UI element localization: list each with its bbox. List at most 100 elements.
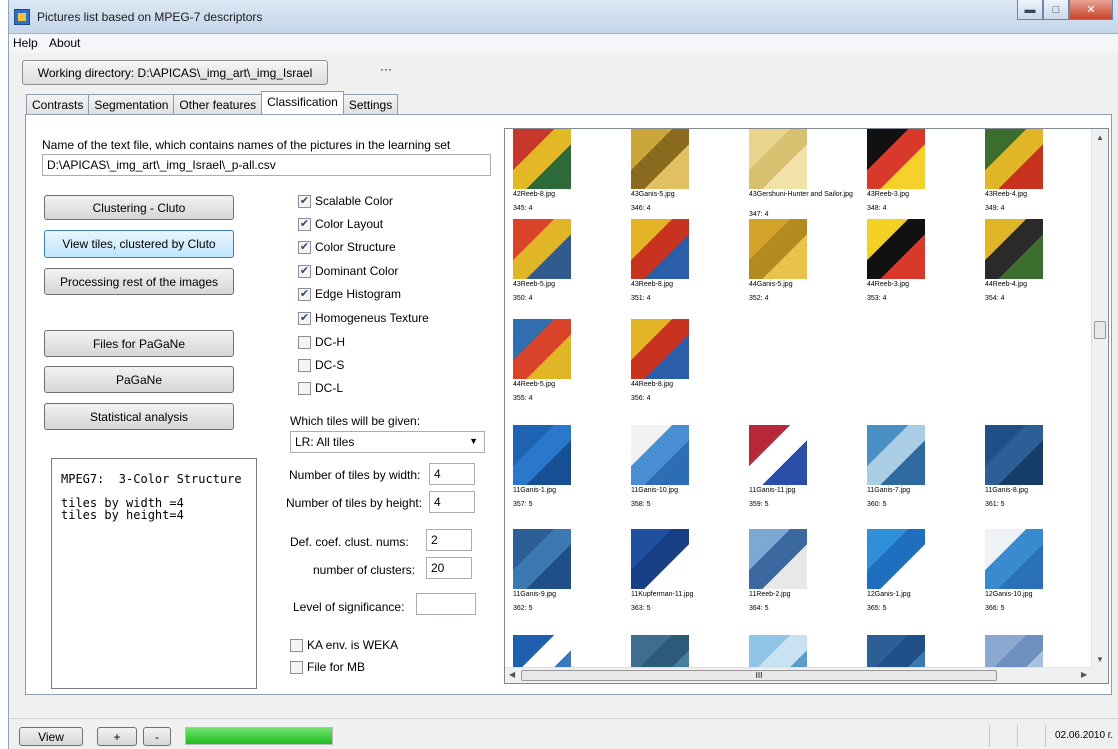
title-bar[interactable]: Pictures list based on MPEG-7 descriptor… <box>9 0 1118 34</box>
tile-thumbnail[interactable]: 11Ganis-7.jpg 360: 5 <box>859 425 977 529</box>
minimize-icon[interactable]: ▬ <box>1017 0 1043 20</box>
tiles-width-input[interactable]: 4 <box>429 463 475 485</box>
tile-thumbnail[interactable] <box>741 635 859 669</box>
textfile-path-input[interactable]: D:\APICAS\_img_art\_img_Israel\_p-all.cs… <box>42 154 491 176</box>
ka-weka-checkbox[interactable]: KA env. is WEKA <box>290 636 398 654</box>
tile-image[interactable] <box>985 129 1043 189</box>
tile-image[interactable] <box>513 425 571 485</box>
tile-image[interactable] <box>631 129 689 189</box>
browse-dots-button[interactable]: ··· <box>380 62 392 76</box>
tile-image[interactable] <box>513 529 571 589</box>
tile-thumbnail[interactable]: 11Kupferman-11.jpg 363: 5 <box>623 529 741 633</box>
close-icon[interactable]: ✕ <box>1069 0 1113 20</box>
working-directory-button[interactable]: Working directory: D:\APICAS\_img_art\_i… <box>22 60 328 85</box>
tile-image[interactable] <box>985 219 1043 279</box>
def-coef-input[interactable]: 2 <box>426 529 472 551</box>
tile-image[interactable] <box>985 425 1043 485</box>
tile-image[interactable] <box>513 635 571 669</box>
tile-image[interactable] <box>749 635 807 669</box>
tile-image[interactable] <box>631 635 689 669</box>
tile-thumbnail[interactable]: 43Ganis-5.jpg 346: 4 <box>623 129 741 233</box>
checkmark-icon[interactable]: ✔ <box>298 240 311 254</box>
tile-image[interactable] <box>867 219 925 279</box>
tile-thumbnail[interactable]: 43Reeb-4.jpg 349: 4 <box>977 129 1093 233</box>
tile-image[interactable] <box>513 319 571 379</box>
tiles-gallery[interactable]: 42Reeb-8.jpg 345: 4 43Ganis-5.jpg 346: 4 43G… <box>504 128 1109 684</box>
descriptor-checkbox-homogeneus-texture[interactable]: ✔ Homogeneus Texture <box>298 309 429 327</box>
tab-contrasts[interactable]: Contrasts <box>26 94 90 114</box>
descriptor-checkbox-dc-l[interactable]: DC-L <box>298 379 343 397</box>
tile-thumbnail[interactable] <box>623 635 741 669</box>
tile-thumbnail[interactable]: 11Ganis-11.jpg 359: 5 <box>741 425 859 529</box>
menu-help[interactable]: Help <box>9 34 42 52</box>
tile-image[interactable] <box>513 219 571 279</box>
tile-thumbnail[interactable]: 11Reeb-2.jpg 364: 5 <box>741 529 859 633</box>
tile-image[interactable] <box>631 425 689 485</box>
tab-classification[interactable]: Classification <box>261 91 344 114</box>
tab-settings[interactable]: Settings <box>342 94 399 114</box>
tile-image[interactable] <box>867 529 925 589</box>
checkmark-icon[interactable]: ✔ <box>298 264 311 278</box>
view-button[interactable]: View <box>19 727 83 746</box>
tile-thumbnail[interactable]: 44Reeb-8.jpg 356: 4 <box>623 319 741 423</box>
tile-thumbnail[interactable] <box>505 635 623 669</box>
checkbox-box[interactable] <box>298 358 311 372</box>
descriptor-checkbox-color-layout[interactable]: ✔ Color Layout <box>298 215 383 233</box>
scroll-down-icon[interactable]: ▼ <box>1096 655 1104 664</box>
minus-button[interactable]: - <box>143 727 171 746</box>
processing-rest-button[interactable]: Processing rest of the images <box>44 268 234 295</box>
chevron-down-icon[interactable]: ▼ <box>469 436 478 446</box>
tile-thumbnail[interactable]: 44Reeb-4.jpg 354: 4 <box>977 219 1093 323</box>
descriptor-checkbox-dominant-color[interactable]: ✔ Dominant Color <box>298 262 398 280</box>
tiles-select[interactable]: LR: All tiles ▼ <box>290 431 485 453</box>
tile-thumbnail[interactable]: 43Gershuni-Hunter and Sailor.jpg 347: 4 <box>741 129 859 233</box>
tile-thumbnail[interactable]: 11Ganis-8.jpg 361: 5 <box>977 425 1093 529</box>
tile-image[interactable] <box>749 129 807 189</box>
tile-thumbnail[interactable]: 12Ganis-1.jpg 365: 5 <box>859 529 977 633</box>
tile-thumbnail[interactable]: 11Ganis-9.jpg 362: 5 <box>505 529 623 633</box>
descriptor-checkbox-edge-histogram[interactable]: ✔ Edge Histogram <box>298 285 401 303</box>
tile-thumbnail[interactable]: 44Ganis-5.jpg 352: 4 <box>741 219 859 323</box>
horizontal-scrollbar[interactable]: ◀ III ▶ <box>505 667 1093 683</box>
checkmark-icon[interactable]: ✔ <box>298 217 311 231</box>
plus-button[interactable]: + <box>97 727 137 746</box>
scroll-thumb[interactable] <box>1094 321 1106 339</box>
descriptor-checkbox-scalable-color[interactable]: ✔ Scalable Color <box>298 192 393 210</box>
tile-image[interactable] <box>867 129 925 189</box>
tile-image[interactable] <box>985 529 1043 589</box>
tile-thumbnail[interactable]: 43Reeb-3.jpg 348: 4 <box>859 129 977 233</box>
checkbox-box[interactable] <box>298 335 311 349</box>
tile-image[interactable] <box>749 219 807 279</box>
pagane-button[interactable]: PaGaNe <box>44 366 234 393</box>
view-tiles-button[interactable]: View tiles, clustered by Cluto <box>44 230 234 258</box>
tiles-height-input[interactable]: 4 <box>429 491 475 513</box>
info-textbox[interactable]: MPEG7: 3-Color Structure tiles by width … <box>51 458 257 689</box>
tile-thumbnail[interactable] <box>977 635 1093 669</box>
checkmark-icon[interactable]: ✔ <box>298 194 311 208</box>
checkmark-icon[interactable]: ✔ <box>298 287 311 301</box>
menu-about[interactable]: About <box>45 34 84 52</box>
files-for-pagane-button[interactable]: Files for PaGaNe <box>44 330 234 357</box>
descriptor-checkbox-color-structure[interactable]: ✔ Color Structure <box>298 238 396 256</box>
tile-thumbnail[interactable]: 42Reeb-8.jpg 345: 4 <box>505 129 623 233</box>
tab-segmentation[interactable]: Segmentation <box>88 94 175 114</box>
maximize-icon[interactable]: □ <box>1043 0 1069 20</box>
significance-input[interactable] <box>416 593 476 615</box>
tile-thumbnail[interactable]: 12Ganis-10.jpg 366: 5 <box>977 529 1093 633</box>
vertical-scrollbar[interactable]: ▲ ▼ <box>1091 129 1108 669</box>
descriptor-checkbox-dc-s[interactable]: DC-S <box>298 356 344 374</box>
file-for-mb-checkbox[interactable]: File for MB <box>290 658 365 676</box>
tile-image[interactable] <box>749 425 807 485</box>
tile-image[interactable] <box>749 529 807 589</box>
tile-image[interactable] <box>867 425 925 485</box>
tile-thumbnail[interactable]: 44Reeb-3.jpg 353: 4 <box>859 219 977 323</box>
tile-thumbnail[interactable]: 11Ganis-1.jpg 357: 5 <box>505 425 623 529</box>
tile-thumbnail[interactable]: 43Reeb-8.jpg 351: 4 <box>623 219 741 323</box>
tab-other-features[interactable]: Other features <box>173 94 263 114</box>
statistical-analysis-button[interactable]: Statistical analysis <box>44 403 234 430</box>
tile-thumbnail[interactable]: 44Reeb-5.jpg 355: 4 <box>505 319 623 423</box>
tile-thumbnail[interactable] <box>859 635 977 669</box>
scroll-right-icon[interactable]: ▶ <box>1081 670 1087 679</box>
tile-image[interactable] <box>867 635 925 669</box>
tile-image[interactable] <box>631 319 689 379</box>
